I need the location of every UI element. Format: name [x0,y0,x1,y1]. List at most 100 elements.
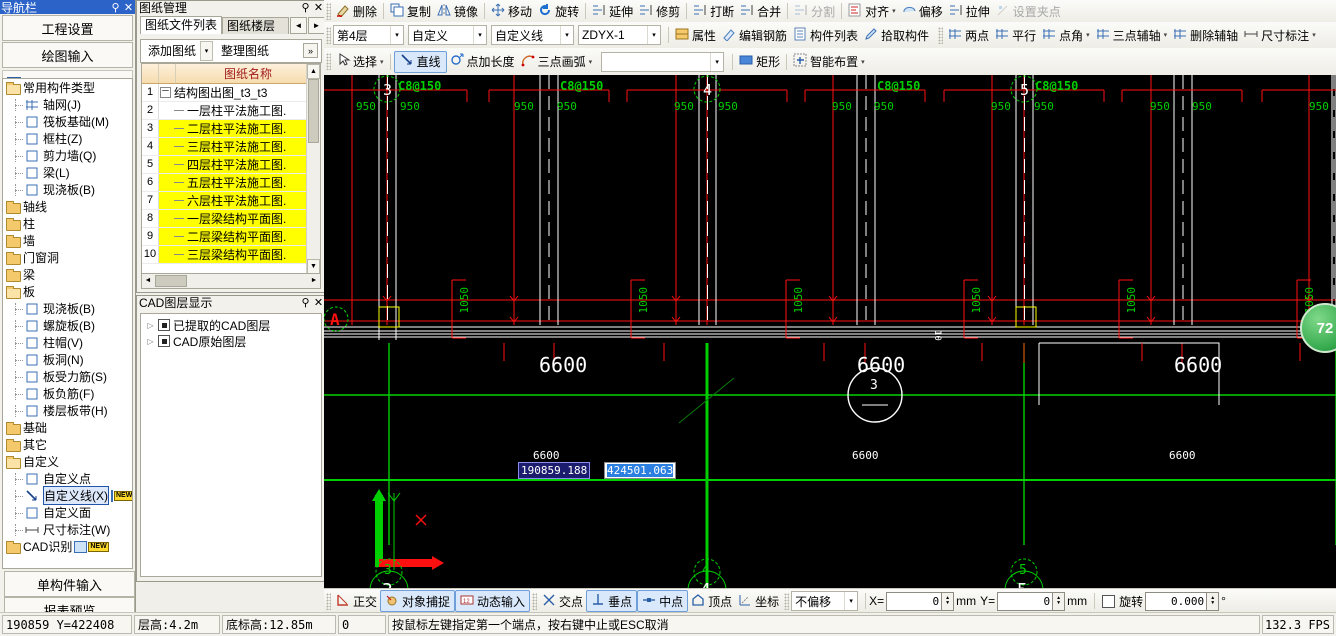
toolbar-button-rotate[interactable]: 旋转 [535,1,582,21]
add-drawing-button[interactable]: 添加图纸 [144,42,200,60]
y-offset-input[interactable]: 0 [997,591,1054,611]
toolbar-button-select-arrow[interactable]: 选择 ▾ [333,52,387,72]
overflow-chevron-icon[interactable]: » [303,43,318,58]
scroll-down-icon[interactable]: ▼ [307,259,320,274]
scroll-left-icon[interactable]: ◄ [142,274,154,286]
toolbar-button-smart-layout[interactable]: 智能布置 ▾ [790,52,868,72]
toolbar-button-three-point-axis[interactable]: 三点辅轴 ▾ [1093,25,1171,45]
x-offset-input[interactable]: 0 [886,591,943,611]
chevron-down-icon[interactable]: ▾ [473,26,486,44]
mode-toggle-ortho[interactable]: 正交 [333,591,380,611]
toolbar-button-copy[interactable]: 复制 [387,1,434,21]
x-offset-input-stepper[interactable]: ▲ ▼ [942,591,955,611]
table-row[interactable]: 9 二层梁结构平面图. [142,228,320,246]
drawing-file-grid[interactable]: 图纸名称 1 －结构图出图_t3_t3 2 一层柱平法施工图. 3 二层柱平法施工图. 4 三… [141,63,321,275]
table-row[interactable]: 5 四层柱平法施工图. [142,156,320,174]
toolbar-grip[interactable] [326,26,331,44]
table-row[interactable]: 8 一层梁结构平面图. [142,210,320,228]
snap-toggle-vertex-snap[interactable]: 顶点 [688,591,735,611]
toolbar-button-delete-axis[interactable]: 删除辅轴 [1170,25,1241,45]
snap-toggle-coordinate-snap[interactable]: 坐标 [735,591,782,611]
rotate-input[interactable]: 0.000 [1145,591,1208,611]
snap-toggle-perpendicular-snap[interactable]: 垂点 [586,590,638,612]
draw-toolbar[interactable]: 选择 ▾ 直线 点加长度 三点画弧 ▾ ▾ 矩形 智能布置 ▾ [324,48,1336,76]
toolbar-button-three-point-arc[interactable]: 三点画弧 ▾ [518,52,596,72]
draw-mode-select[interactable]: ▾ [601,51,725,72]
toolbar-button-pick-component[interactable]: 拾取构件 [861,25,932,45]
drawing-name-cell[interactable]: 二层柱平法施工图. [159,120,320,137]
tree-item-custom-face-icon-25[interactable]: 自定义面 [3,504,132,521]
table-row[interactable]: 10 三层梁结构平面图. [142,246,320,264]
toolbar-button-edit-rebar[interactable]: 编辑钢筋 [719,25,790,45]
toolbar-button-break[interactable]: 打断 [690,1,737,21]
chevron-down-icon[interactable]: ▾ [1312,31,1316,39]
organize-drawing-button[interactable]: 整理图纸 [217,42,273,60]
chevron-down-icon[interactable]: ▾ [861,58,865,66]
tree-item-folder-22[interactable]: 自定义 [3,453,132,470]
tree-item-custom-line-icon-24[interactable]: 自定义线(X) NEW [3,486,132,505]
drawing-name-cell[interactable]: －结构图出图_t3_t3 [159,84,320,101]
scroll-right-icon[interactable]: ► [308,274,320,286]
tree-item-folder-12[interactable]: 板 [3,283,132,300]
checkbox-icon[interactable] [158,319,170,331]
toolbar-button-trim[interactable]: 修剪 [636,1,683,21]
toolbar-button-parallel[interactable]: 平行 [992,25,1039,45]
chevron-down-icon[interactable]: ▾ [380,58,384,66]
component-toolbar[interactable]: 第4层 ▾ 自定义 ▾ 自定义线 ▾ ZDYX-1 ▾ 属性 编辑钢筋 构件列表 拾取构件 两点 平行 点角… [324,22,1336,49]
toolbar-button-two-point[interactable]: 两点 [945,25,992,45]
toolbar-button-align[interactable]: 对齐 ▾ [845,1,899,21]
chevron-down-icon[interactable]: ▾ [892,7,896,15]
drawing-name-cell[interactable]: 一层柱平法施工图. [159,102,320,119]
checkbox-icon[interactable] [158,335,170,347]
close-icon[interactable]: ✕ [122,1,135,14]
toolbar-grip[interactable] [326,2,331,20]
expander-icon[interactable]: ▷ [146,337,155,346]
toolbar-button-delete[interactable]: 删除 [333,1,380,21]
tree-item-folder-7[interactable]: 轴线 [3,198,132,215]
tree-item-shear-wall-icon-4[interactable]: 剪力墙(Q) [3,147,132,164]
component-tree[interactable]: 常用构件类型 轴网(J) 筏板基础(M) 框柱(Z) 剪力墙(Q) 梁(L) 现浇板(B) 轴… [2,78,133,569]
expander-icon[interactable]: － [160,87,171,98]
toolbar-button-line[interactable]: 直线 [393,50,447,73]
project-settings-button[interactable]: 工程设置 [2,15,133,41]
tree-item-grid-icon-1[interactable]: 轴网(J) [3,96,132,113]
dynamic-input-y[interactable]: 424501.063 [604,462,677,479]
tree-item-folder-21[interactable]: 其它 [3,436,132,453]
tree-item-folder-11[interactable]: 梁 [3,266,132,283]
snap-statusbar[interactable]: 正交 对象捕捉 12 动态输入 交点 垂点 中点 顶点 坐标 不偏移 ▾ X= 0 ▲ ▼ mm Y= 0 ▲ ▼ mm… [324,588,1336,613]
toolbar-button-move[interactable]: 移动 [488,1,535,21]
tree-item-folder-20[interactable]: 基础 [3,419,132,436]
toolbar-button-point-angle[interactable]: 点角 ▾ [1039,25,1093,45]
component-type-select[interactable]: 自定义线 ▾ [491,25,574,45]
drawing-name-cell[interactable]: 一层梁结构平面图. [159,210,320,227]
add-drawing-dropdown-icon[interactable]: ▾ [200,41,214,61]
drawing-name-cell[interactable]: 六层柱平法施工图. [159,192,320,209]
tree-item-column-cap-icon-15[interactable]: 柱帽(V) [3,334,132,351]
layer-item-original[interactable]: ▷ CAD原始图层 [141,333,321,349]
grid-rows[interactable]: 1 －结构图出图_t3_t3 2 一层柱平法施工图. 3 二层柱平法施工图. 4 三层柱平法施… [142,84,320,264]
drawing-name-cell[interactable]: 三层柱平法施工图. [159,138,320,155]
table-row[interactable]: 6 五层柱平法施工图. [142,174,320,192]
drawing-name-cell[interactable]: 四层柱平法施工图. [159,156,320,173]
chevron-down-icon[interactable]: ▾ [710,52,723,71]
toolbar-button-point-length[interactable]: 点加长度 [447,52,518,72]
mode-toggle-osnap[interactable]: 对象捕捉 [380,590,456,612]
toolbar-button-extend[interactable]: 延伸 [589,1,636,21]
table-row[interactable]: 3 二层柱平法施工图. [142,120,320,138]
tab-prev-icon[interactable]: ◄ [290,17,307,34]
toolbar-button-offset[interactable]: 偏移 [899,1,946,21]
table-row[interactable]: 2 一层柱平法施工图. [142,102,320,120]
toolbar-grip[interactable] [784,592,790,610]
layer-item-extracted[interactable]: ▷ 已提取的CAD图层 [141,317,321,333]
mode-toggle-dyninput[interactable]: 12 动态输入 [455,590,531,612]
rotate-input-stepper[interactable]: ▲ ▼ [1207,591,1220,611]
offset-mode-select[interactable]: 不偏移 ▾ [791,591,859,611]
table-row[interactable]: 4 三层柱平法施工图. [142,138,320,156]
dynamic-input-x[interactable]: 190859.188 [518,462,591,479]
tree-item-custom-point-icon-23[interactable]: 自定义点 [3,470,132,487]
toolbar-grip[interactable] [938,26,944,44]
grid-horizontal-scrollbar[interactable]: ◄ ► [141,273,321,289]
tree-item-slab-icon-6[interactable]: 现浇板(B) [3,181,132,198]
toolbar-button-properties[interactable]: 属性 [672,25,719,45]
hscroll-thumb[interactable] [155,275,187,287]
